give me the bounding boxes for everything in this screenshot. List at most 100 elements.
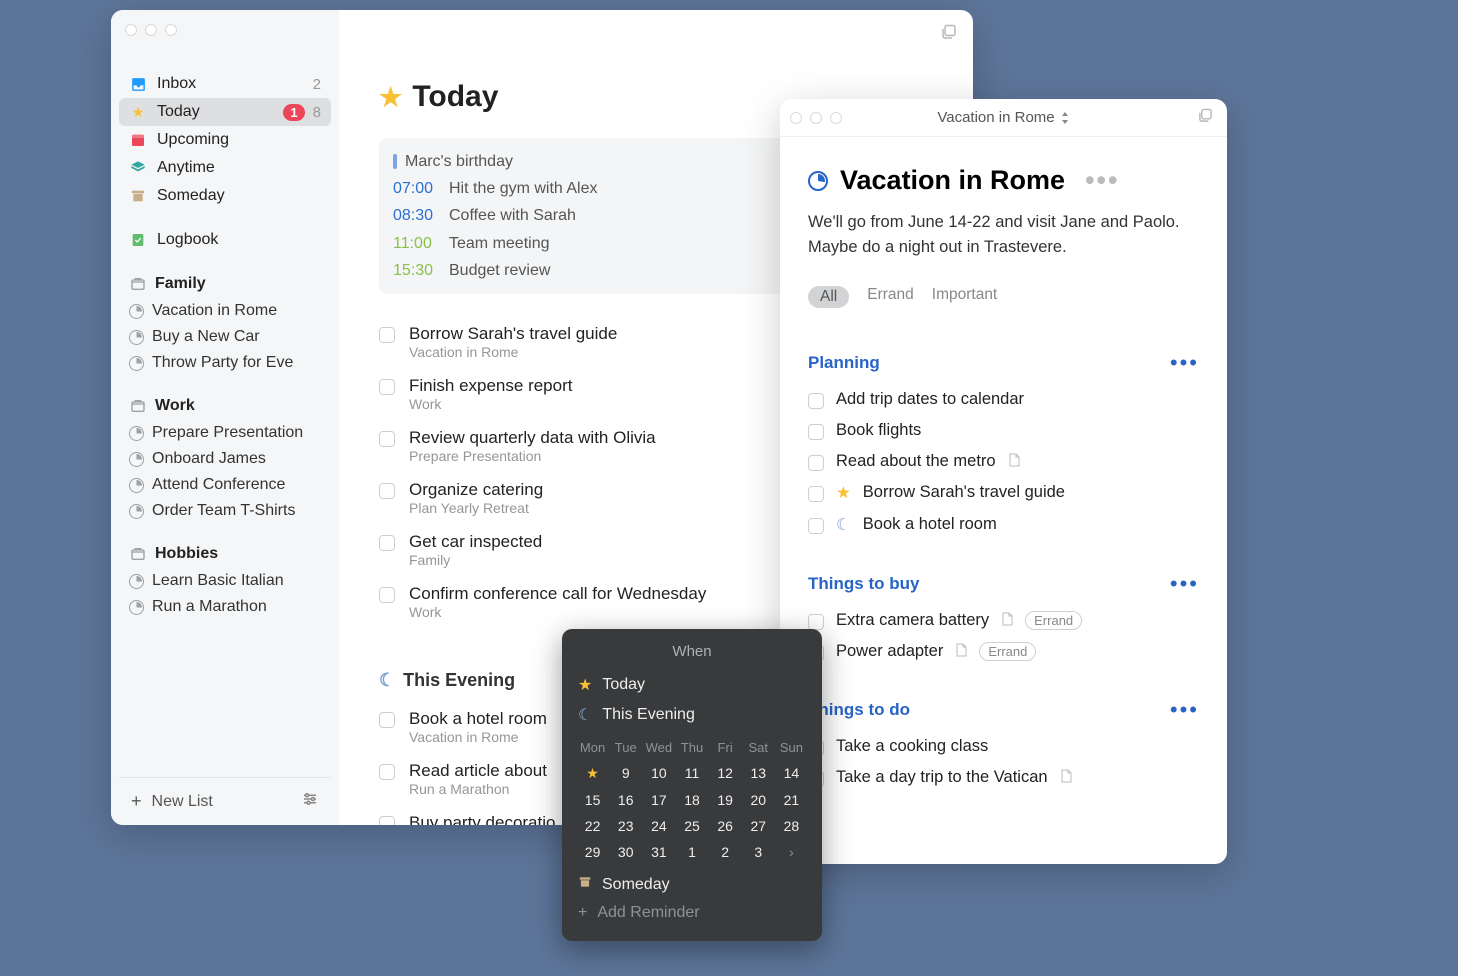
tag-pill[interactable]: Errand [979,642,1036,661]
section-more-icon[interactable]: ••• [1170,571,1199,597]
sidebar-project[interactable]: Run a Marathon [119,594,331,620]
calendar-day[interactable]: 12 [709,763,742,784]
calendar-day[interactable]: 31 [642,842,675,862]
checkbox[interactable] [808,614,824,630]
sidebar-project[interactable]: Onboard James [119,446,331,472]
checkbox[interactable] [379,712,395,728]
section-more-icon[interactable]: ••• [1170,697,1199,723]
calendar-day[interactable]: 2 [709,842,742,862]
popover-evening[interactable]: ☾This Evening [576,700,808,730]
project-todo[interactable]: Read about the metro [808,452,1199,471]
project-icon [129,330,144,345]
sidebar-project[interactable]: Buy a New Car [119,324,331,350]
calendar-day[interactable]: 22 [576,816,609,836]
calendar-icon [129,131,147,149]
tag-important[interactable]: Important [932,286,997,308]
tag-errand[interactable]: Errand [867,286,914,308]
section-more-icon[interactable]: ••• [1170,350,1199,376]
checkbox[interactable] [379,327,395,343]
calendar-day[interactable]: 3 [742,842,775,862]
popover-someday[interactable]: Someday [576,870,808,899]
sidebar-project[interactable]: Attend Conference [119,472,331,498]
calendar-day[interactable]: 21 [775,790,808,810]
checkbox[interactable] [808,424,824,440]
window-duplicate-icon[interactable] [1198,108,1213,128]
project-description[interactable]: We'll go from June 14-22 and visit Jane … [808,210,1199,260]
sidebar-project[interactable]: Prepare Presentation [119,420,331,446]
traffic-lights[interactable] [790,112,842,124]
calendar-day[interactable]: 30 [609,842,642,862]
traffic-lights[interactable] [125,24,177,36]
new-list-button[interactable]: New List [152,793,213,811]
plus-icon[interactable]: + [131,791,142,812]
calendar-day[interactable]: 19 [709,790,742,810]
settings-icon[interactable] [301,790,319,813]
checkbox[interactable] [379,483,395,499]
calendar-day[interactable]: 20 [742,790,775,810]
checkbox[interactable] [379,764,395,780]
calendar-day[interactable]: › [775,842,808,862]
sidebar-area[interactable]: Work [119,392,331,420]
calendar-day[interactable]: 23 [609,816,642,836]
logbook-icon [129,231,147,249]
tag-all[interactable]: All [808,286,849,308]
sidebar-logbook[interactable]: Logbook [119,226,331,254]
project-more-icon[interactable]: ••• [1085,165,1119,196]
calendar-day[interactable]: 16 [609,790,642,810]
calendar-day[interactable]: 9 [609,763,642,784]
sidebar-someday[interactable]: Someday [119,182,331,210]
window-title[interactable]: Vacation in Rome [937,109,1069,126]
calendar-day[interactable]: 26 [709,816,742,836]
project-section-header[interactable]: Things to do••• [808,697,1199,723]
project-todo[interactable]: Extra camera batteryErrand [808,611,1199,630]
project-todo[interactable]: Power adapterErrand [808,642,1199,661]
sidebar-today[interactable]: ★ Today 1 8 [119,98,331,126]
calendar-day[interactable]: 27 [742,816,775,836]
calendar-day[interactable]: 14 [775,763,808,784]
tag-pill[interactable]: Errand [1025,611,1082,630]
calendar-day[interactable]: 24 [642,816,675,836]
calendar-day[interactable]: ★ [576,763,609,784]
project-section-header[interactable]: Planning••• [808,350,1199,376]
sidebar-project[interactable]: Throw Party for Eve [119,350,331,376]
checkbox[interactable] [379,379,395,395]
calendar-day[interactable]: 29 [576,842,609,862]
calendar-day[interactable]: 28 [775,816,808,836]
calendar-day[interactable]: 18 [675,790,708,810]
popover-add-reminder[interactable]: +Add Reminder [576,899,808,927]
calendar-day[interactable]: 1 [675,842,708,862]
sidebar-project[interactable]: Vacation in Rome [119,298,331,324]
sidebar-upcoming[interactable]: Upcoming [119,126,331,154]
checkbox[interactable] [808,455,824,471]
project-todo[interactable]: ☾Book a hotel room [808,515,1199,535]
sidebar-project[interactable]: Order Team T-Shirts [119,498,331,524]
sidebar-anytime[interactable]: Anytime [119,154,331,182]
popover-today[interactable]: ★Today [576,670,808,700]
checkbox[interactable] [379,587,395,603]
calendar-day[interactable]: 15 [576,790,609,810]
project-section-header[interactable]: Things to buy••• [808,571,1199,597]
moon-icon: ☾ [379,670,395,691]
checkbox[interactable] [808,518,824,534]
calendar-day[interactable]: 25 [675,816,708,836]
window-duplicate-icon[interactable] [941,24,957,45]
project-todo[interactable]: Add trip dates to calendar [808,390,1199,409]
checkbox[interactable] [379,535,395,551]
checkbox[interactable] [808,393,824,409]
sidebar-area[interactable]: Family [119,270,331,298]
calendar-day[interactable]: 11 [675,763,708,784]
calendar-day[interactable]: 17 [642,790,675,810]
sidebar-project[interactable]: Learn Basic Italian [119,568,331,594]
calendar-day[interactable]: 13 [742,763,775,784]
sidebar-inbox[interactable]: Inbox 2 [119,70,331,98]
project-todo[interactable]: Book flights [808,421,1199,440]
calendar-day[interactable]: 10 [642,763,675,784]
project-todo[interactable]: Take a day trip to the Vatican [808,768,1199,787]
checkbox[interactable] [379,431,395,447]
sidebar-area[interactable]: Hobbies [119,540,331,568]
project-todo[interactable]: Take a cooking class [808,737,1199,756]
checkbox[interactable] [379,816,395,825]
project-todo[interactable]: ★Borrow Sarah's travel guide [808,483,1199,503]
checkbox[interactable] [808,486,824,502]
layers-icon [129,159,147,177]
